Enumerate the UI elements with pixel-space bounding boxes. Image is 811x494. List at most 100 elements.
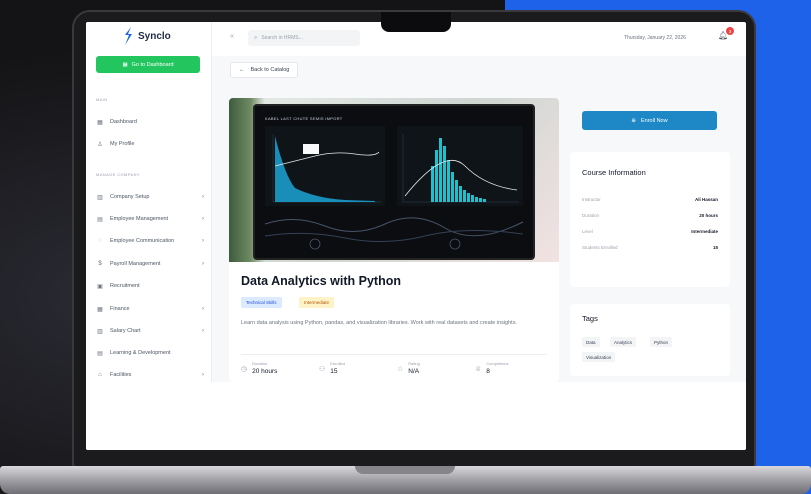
info-label: Students Enrolled <box>582 244 618 250</box>
level-badge: Intermediate <box>299 297 335 308</box>
enroll-now-button[interactable]: ⊕ Enroll Now <box>582 111 717 130</box>
chevron-right-icon: › <box>202 306 204 312</box>
sidebar-item-label: Facilities <box>110 372 132 378</box>
stat-rating: ☆ Rating N/A <box>397 361 420 376</box>
clock-icon: ◷ <box>241 366 248 373</box>
sidebar-item-label: Recruitment <box>110 283 140 289</box>
sidebar-item-label: Employee Management <box>110 216 169 222</box>
hero-caption: KABEL LAST CHUTE SEMIS IMPORT <box>265 116 343 121</box>
sidebar: Synclo ▦ Go to Dashboard MAIN ▦ Dashboar… <box>86 22 212 382</box>
sidebar-item-employee-communication[interactable]: ◌ Employee Communication › <box>96 235 204 247</box>
users-icon: ⚇ <box>319 366 326 373</box>
laptop-base-notch <box>355 466 455 474</box>
section-title-manage-company: MANAGE COMPANY <box>96 172 140 177</box>
info-label: Level <box>582 228 593 234</box>
sidebar-item-label: My Profile <box>110 141 135 147</box>
sidebar-item-recruitment[interactable]: ▣ Recruitment <box>96 280 204 292</box>
grid-icon: ▦ <box>97 119 103 126</box>
notification-badge: 3 <box>726 27 734 35</box>
info-row-students-enrolled: Students Enrolled 15 <box>582 242 718 252</box>
search-input[interactable] <box>261 35 352 41</box>
user-icon: ♙ <box>97 141 103 148</box>
course-title: Data Analytics with Python <box>241 274 401 288</box>
section-title-main: MAIN <box>96 97 108 102</box>
camera-notch <box>381 12 451 32</box>
trophy-icon: ♕ <box>475 366 482 373</box>
sidebar-item-payroll-management[interactable]: $ Payroll Management › <box>96 258 204 270</box>
brand-logo[interactable]: Synclo <box>122 25 171 47</box>
stat-duration: ◷ Duration 20 hours <box>241 361 277 376</box>
course-card: KABEL LAST CHUTE SEMIS IMPORT Data Analy… <box>229 98 559 382</box>
stat-value: 8 <box>486 368 490 375</box>
info-value: 20 hours <box>699 212 718 218</box>
tag-chip[interactable]: Data <box>582 337 600 347</box>
sidebar-item-label: Employee Communication <box>110 238 175 244</box>
sidebar-item-finance[interactable]: ▦ Finance › <box>96 303 204 315</box>
course-information-title: Course Information <box>582 168 646 177</box>
arrow-left-icon: ← <box>239 67 245 73</box>
top-header: « ⌕ Thursday, January 22, 2026 🔔︎ 3 <box>212 22 746 56</box>
tag-chip[interactable]: Python <box>650 337 673 347</box>
collapse-sidebar-icon[interactable]: « <box>230 33 234 40</box>
chat-icon: ◌ <box>98 238 102 244</box>
app-screen: Synclo ▦ Go to Dashboard MAIN ▦ Dashboar… <box>86 22 746 450</box>
sidebar-item-label: Finance <box>110 306 130 312</box>
stat-value: N/A <box>408 368 420 375</box>
learning-icon: ▤ <box>97 350 103 357</box>
chevron-right-icon: › <box>202 261 204 267</box>
analytics-dashboard-illustration <box>264 126 524 250</box>
info-value: 15 <box>712 244 718 250</box>
search-bar[interactable]: ⌕ <box>248 30 360 46</box>
chart-icon: ▥ <box>97 328 103 335</box>
back-to-catalog-button[interactable]: ← Back to Catalog <box>230 62 299 78</box>
sidebar-item-facilities[interactable]: ⌂ Facilities › <box>96 369 204 381</box>
sidebar-item-employee-management[interactable]: ▤ Employee Management › <box>96 213 204 225</box>
chevron-right-icon: › <box>202 238 204 244</box>
back-button-label: Back to Catalog <box>250 67 290 73</box>
sidebar-item-label: Dashboard <box>110 119 137 125</box>
tags-title: Tags <box>582 314 598 323</box>
sidebar-item-company-setup[interactable]: ▥ Company Setup › <box>96 191 204 203</box>
current-date: Thursday, January 22, 2026 <box>624 35 686 41</box>
recruit-icon: ▣ <box>97 283 103 290</box>
sidebar-item-my-profile[interactable]: ♙ My Profile <box>96 138 204 150</box>
stat-value: 20 hours <box>252 368 278 375</box>
category-badge: Technical Skills <box>241 297 282 308</box>
info-row-duration: Duration 20 hours <box>582 210 718 220</box>
dashboard-button-label: Go to Dashboard <box>131 61 174 68</box>
sidebar-item-learning-development[interactable]: ▤ Learning & Development <box>96 347 204 359</box>
course-hero-image: KABEL LAST CHUTE SEMIS IMPORT <box>229 98 559 262</box>
enroll-button-label: Enroll Now <box>641 117 668 124</box>
stats-divider <box>241 354 547 355</box>
sidebar-item-label: Payroll Management <box>110 261 161 267</box>
chevron-right-icon: › <box>202 216 204 222</box>
chevron-right-icon: › <box>202 194 204 200</box>
finance-icon: ▦ <box>97 306 103 313</box>
stat-value: 15 <box>330 368 338 375</box>
tags-card: Tags Data Analytics Python Visualization <box>570 304 730 376</box>
course-information-card: Course Information Instructor Ali Hassan… <box>570 152 730 287</box>
people-icon: ▤ <box>97 216 103 223</box>
synclo-logo-icon <box>125 27 132 45</box>
sidebar-item-salary-chart[interactable]: ▥ Salary Chart › <box>96 325 204 337</box>
enroll-icon: ⊕ <box>631 117 636 124</box>
brand-name: Synclo <box>138 30 171 42</box>
info-label: Instructor <box>582 196 601 202</box>
sidebar-item-label: Company Setup <box>110 194 150 200</box>
course-description: Learn data analysis using Python, pandas… <box>241 320 517 326</box>
home-icon: ⌂ <box>98 372 102 378</box>
dashboard-button-icon: ▦ <box>122 61 128 68</box>
chevron-right-icon: › <box>202 372 204 378</box>
sidebar-item-label: Salary Chart <box>110 328 141 334</box>
main-content: ← Back to Catalog KABEL LAST CHUTE SEMIS… <box>212 56 746 382</box>
tag-chip[interactable]: Visualization <box>582 352 616 362</box>
search-icon: ⌕ <box>254 34 258 41</box>
info-label: Duration <box>582 212 600 218</box>
stat-enrolled: ⚇ Enrolled 15 <box>319 361 345 376</box>
sidebar-item-label: Learning & Development <box>110 350 171 356</box>
payroll-icon: $ <box>98 261 102 267</box>
sidebar-item-dashboard[interactable]: ▦ Dashboard <box>96 116 204 128</box>
go-to-dashboard-button[interactable]: ▦ Go to Dashboard <box>96 56 200 73</box>
tag-chip[interactable]: Analytics <box>610 337 637 347</box>
info-value: Intermediate <box>691 228 718 234</box>
